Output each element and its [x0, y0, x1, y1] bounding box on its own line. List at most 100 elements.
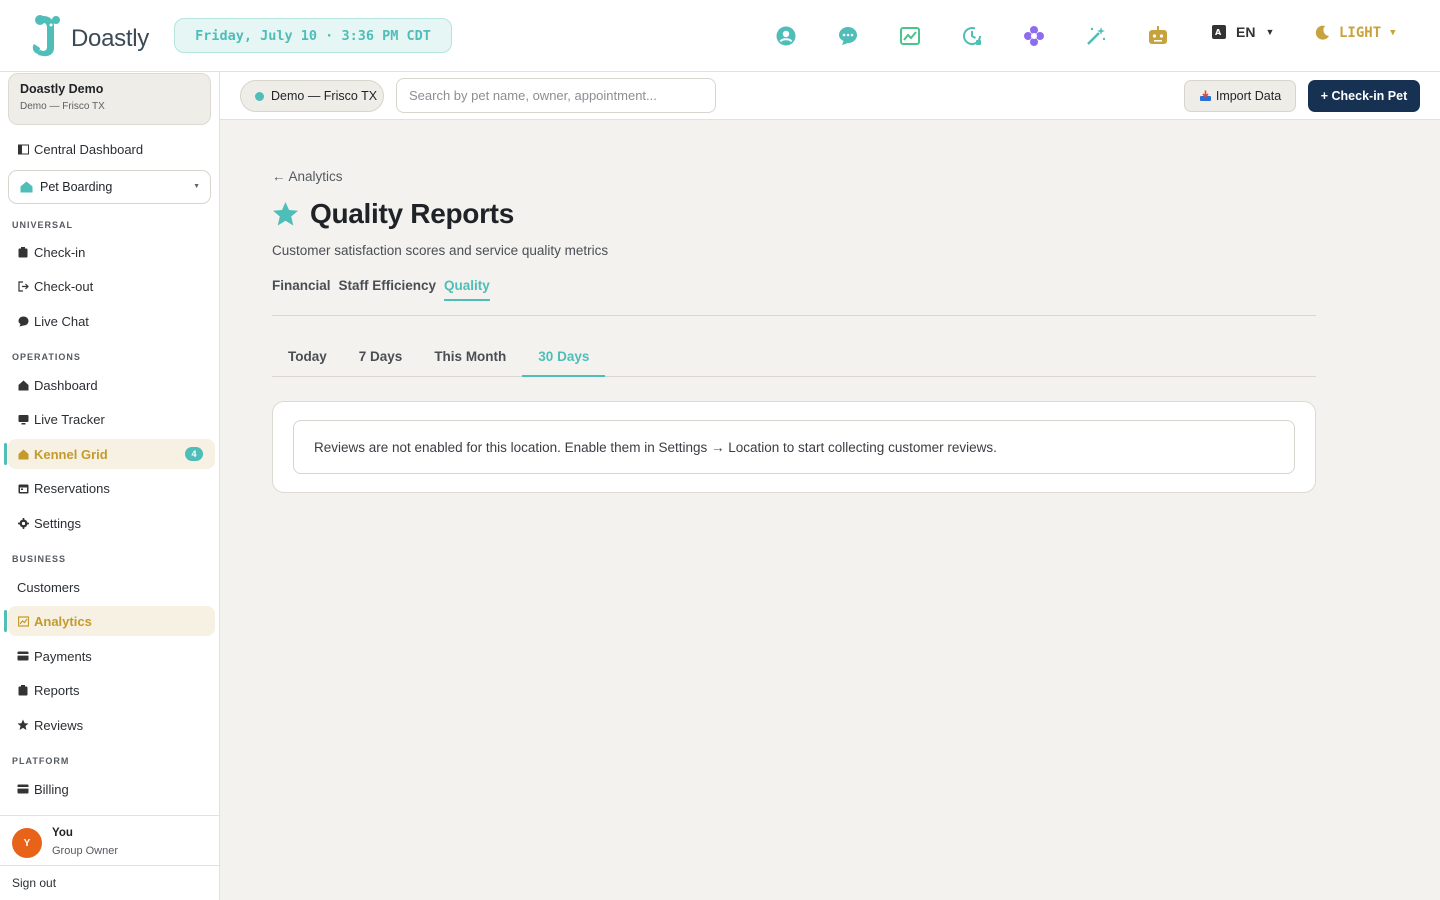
org-location: Demo — Frisco TX	[20, 101, 105, 112]
sidebar-item-label: Check-in	[34, 244, 86, 260]
section-label-operations: OPERATIONS	[12, 352, 81, 362]
range-tab-7-days[interactable]: 7 Days	[343, 340, 419, 377]
chat-icon[interactable]	[834, 22, 862, 50]
star-icon	[17, 719, 29, 731]
sidebar-item-reservations[interactable]: Reservations	[8, 473, 215, 503]
sidebar-item-label: Reservations	[34, 480, 110, 496]
sidebar-item-payments[interactable]: Payments	[8, 641, 215, 671]
gear-icon	[17, 517, 29, 529]
sidebar-item-label: Analytics	[34, 613, 92, 629]
brand-name: Doastly	[71, 25, 149, 52]
language-selector[interactable]: A EN ▼	[1211, 24, 1274, 40]
calendar-icon	[17, 482, 29, 494]
inbox-icon	[1199, 90, 1211, 101]
sidebar-item-analytics[interactable]: Analytics	[4, 606, 215, 636]
range-tab-30-days[interactable]: 30 Days	[522, 340, 606, 377]
sidebar-item-label: Settings	[34, 515, 81, 531]
top-header: Doastly Friday, July 10 · 3:36 PM CDT A …	[0, 0, 1440, 72]
sidebar-item-label: Payments	[34, 648, 92, 664]
sidebar: Doastly Demo Demo — Frisco TX Central Da…	[0, 72, 220, 900]
flower-icon[interactable]	[1020, 22, 1048, 50]
dashboard-panel-icon	[17, 143, 29, 155]
sidebar-item-label: Live Chat	[34, 313, 89, 329]
report-tabs: Financial Staff Efficiency Quality	[272, 278, 498, 301]
sidebar-item-reviews[interactable]: Reviews	[8, 710, 215, 740]
business-type-select[interactable]: Pet Boarding ▼	[8, 170, 211, 204]
divider	[272, 315, 1316, 316]
theme-label: LIGHT	[1339, 24, 1382, 41]
range-tab-this-month[interactable]: This Month	[418, 340, 522, 377]
back-to-analytics-link[interactable]: ← Analytics	[272, 169, 343, 184]
sign-out-link[interactable]: Sign out	[0, 865, 219, 900]
sidebar-item-label: Check-out	[34, 278, 94, 294]
user-role: Group Owner	[52, 845, 119, 857]
sidebar-item-label: Customers	[17, 579, 80, 595]
import-data-label: Import Data	[1215, 89, 1282, 103]
exit-icon	[17, 280, 29, 292]
reviews-disabled-notice: Reviews are not enabled for this locatio…	[293, 420, 1295, 474]
sidebar-item-customers[interactable]: Customers	[8, 572, 215, 602]
reviews-card: Reviews are not enabled for this locatio…	[272, 401, 1316, 493]
sidebar-item-label: Reports	[34, 682, 80, 698]
card-icon	[17, 650, 29, 662]
support-icon[interactable]	[772, 22, 800, 50]
tab-financial[interactable]: Financial	[272, 278, 331, 301]
section-label-platform: PLATFORM	[12, 756, 70, 766]
sidebar-item-central-dashboard[interactable]: Central Dashboard	[8, 134, 215, 164]
chart-icon	[17, 615, 29, 627]
page-header: Quality Reports	[272, 198, 514, 230]
location-label: Demo — Frisco TX	[271, 89, 378, 103]
chevron-down-icon: ▼	[1390, 27, 1396, 38]
clock-icon[interactable]	[958, 22, 986, 50]
tab-staff-efficiency[interactable]: Staff Efficiency	[339, 278, 437, 301]
check-in-pet-button[interactable]: + Check-in Pet	[1308, 80, 1420, 112]
sidebar-item-label: Reviews	[34, 717, 84, 733]
sidebar-item-label: Live Tracker	[34, 411, 105, 427]
range-tab-today[interactable]: Today	[272, 340, 343, 377]
kennel-count-badge: 4	[185, 447, 203, 461]
sidebar-item-kennel-grid[interactable]: Kennel Grid 4	[4, 439, 215, 469]
user-profile[interactable]: Y You Group Owner	[0, 815, 219, 865]
monitor-icon	[17, 413, 29, 425]
home-icon	[17, 379, 29, 391]
dog-logo-icon	[32, 15, 60, 57]
search-input[interactable]	[396, 78, 716, 113]
card-icon	[17, 783, 29, 795]
language-label: EN	[1236, 24, 1256, 40]
moon-icon	[1315, 25, 1329, 40]
sidebar-item-dashboard[interactable]: Dashboard	[8, 370, 215, 400]
business-type-label: Pet Boarding	[40, 180, 113, 194]
clipboard-icon	[17, 246, 29, 258]
chevron-down-icon: ▼	[1265, 27, 1275, 37]
translate-icon: A	[1212, 25, 1226, 39]
sidebar-item-check-in[interactable]: Check-in	[8, 237, 215, 267]
sidebar-item-live-tracker[interactable]: Live Tracker	[8, 404, 215, 434]
tab-quality[interactable]: Quality	[444, 278, 490, 301]
location-selector[interactable]: Demo — Frisco TX	[240, 80, 384, 112]
star-icon	[273, 202, 298, 226]
magic-wand-icon[interactable]	[1082, 22, 1110, 50]
sidebar-item-live-chat[interactable]: Live Chat	[8, 306, 215, 336]
avatar: Y	[12, 828, 42, 858]
sidebar-item-reports[interactable]: Reports	[8, 675, 215, 705]
sidebar-item-label: Billing	[34, 781, 69, 797]
org-name: Doastly Demo	[20, 82, 104, 96]
theme-toggle[interactable]: LIGHT ▼	[1314, 24, 1396, 41]
sidebar-item-check-out[interactable]: Check-out	[8, 271, 215, 301]
org-switcher[interactable]: Doastly Demo Demo — Frisco TX	[8, 73, 211, 125]
sidebar-item-label: Dashboard	[34, 377, 98, 393]
kennel-icon	[17, 448, 29, 460]
robot-icon[interactable]	[1144, 22, 1172, 50]
user-name: You	[52, 827, 73, 839]
page-title: Quality Reports	[310, 198, 514, 229]
toolbar: Demo — Frisco TX Import Data + Check-in …	[220, 72, 1440, 120]
status-dot-icon	[255, 91, 264, 101]
page-description: Customer satisfaction scores and service…	[272, 243, 609, 258]
sidebar-item-billing[interactable]: Billing	[8, 774, 215, 804]
chart-icon[interactable]	[896, 22, 924, 50]
section-label-business: BUSINESS	[12, 554, 67, 564]
brand[interactable]: Doastly	[32, 14, 149, 58]
import-data-button[interactable]: Import Data	[1184, 80, 1296, 112]
chevron-down-icon: ▼	[193, 183, 200, 190]
sidebar-item-settings[interactable]: Settings	[8, 508, 215, 538]
